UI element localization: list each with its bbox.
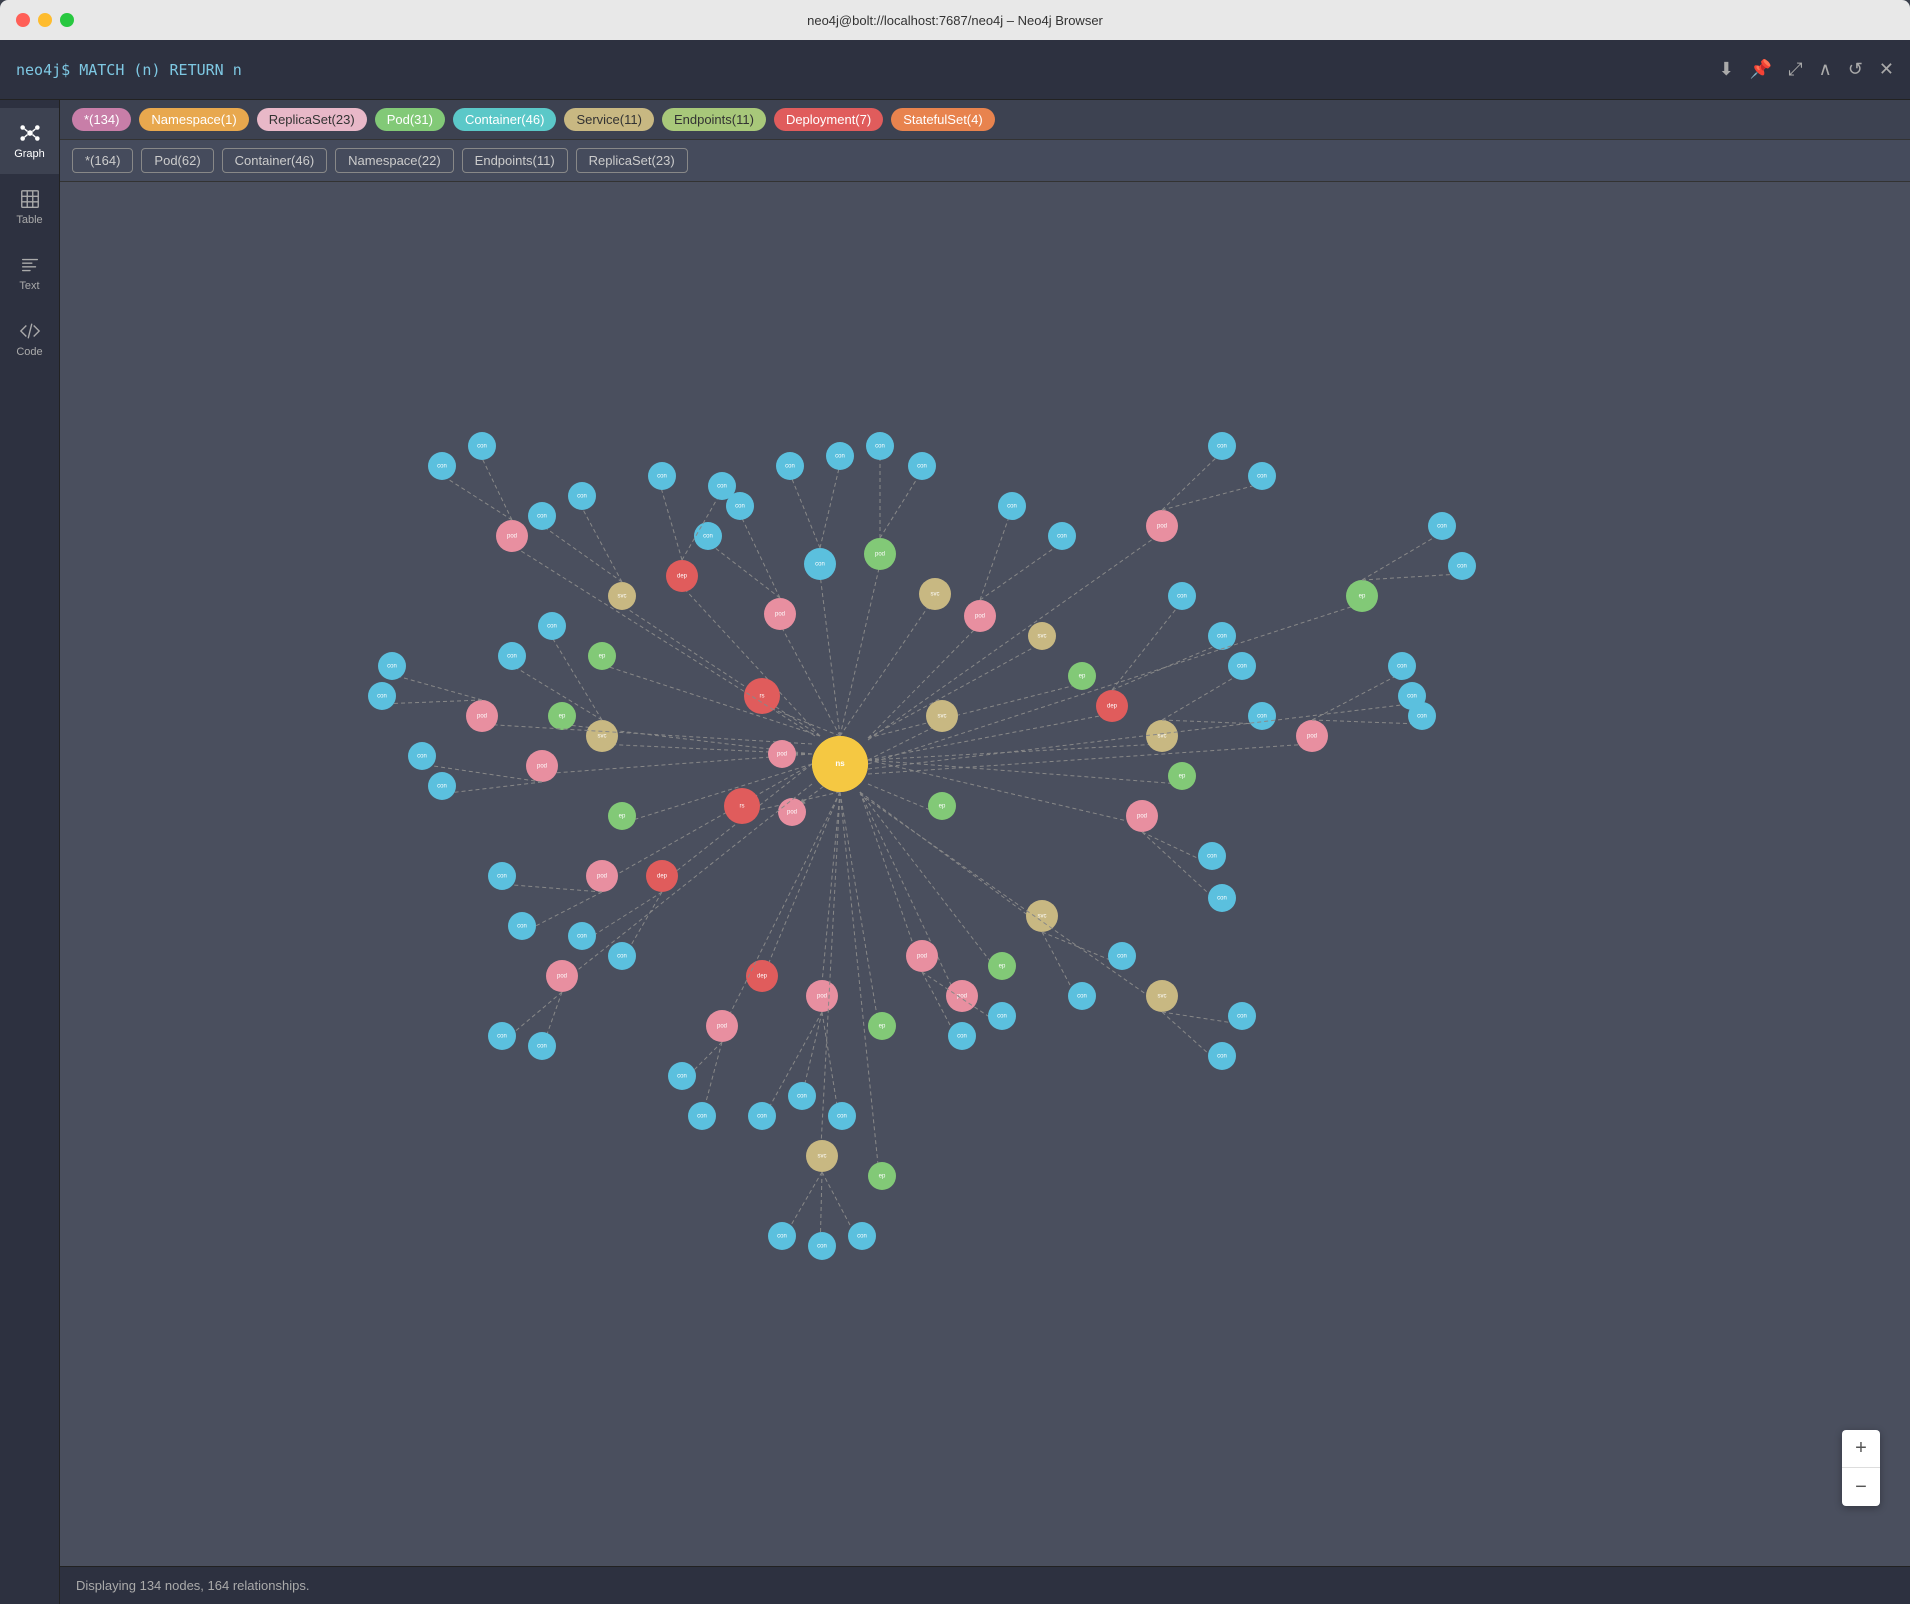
collapse-icon[interactable]: ⤢ [1788,59,1802,80]
legend-tag-replicaset[interactable]: ReplicaSet(23) [257,108,367,131]
sidebar-item-graph-label: Graph [14,148,45,160]
legend-tag-pod-2[interactable]: Pod(62) [141,148,213,173]
maximize-button[interactable] [60,13,74,27]
sidebar-item-text-label: Text [19,280,39,292]
legend-bar-1: *(134) Namespace(1) ReplicaSet(23) Pod(3… [60,100,1910,140]
legend-tag-endpoints[interactable]: Endpoints(11) [662,108,766,131]
graph-icon [19,122,41,144]
legend-tag-service[interactable]: Service(11) [564,108,654,131]
zoom-controls: + − [1842,1430,1880,1506]
sidebar-item-table-label: Table [16,214,42,226]
minimize-button[interactable] [38,13,52,27]
pin-icon[interactable]: 📌 [1750,59,1772,80]
sidebar: Graph Table Text [0,100,60,1604]
sidebar-item-graph[interactable]: Graph [0,108,59,174]
download-icon[interactable]: ⬇ [1719,59,1734,80]
legend-tag-replicaset-2[interactable]: ReplicaSet(23) [576,148,688,173]
legend-tag-statefulset[interactable]: StatefulSet(4) [891,108,995,131]
query-bar: neo4j$ MATCH (n) RETURN n ⬇ 📌 ⤢ ∧ ↺ ✕ [0,40,1910,100]
text-icon [19,254,41,276]
legend-tag-endpoints-2[interactable]: Endpoints(11) [462,148,568,173]
graph-area[interactable]: ns pod con pod svc [60,182,1910,1566]
query-bar-actions: ⬇ 📌 ⤢ ∧ ↺ ✕ [1719,59,1894,80]
zoom-out-button[interactable]: − [1842,1468,1880,1506]
legend-tag-all[interactable]: *(134) [72,108,131,131]
main-content: *(134) Namespace(1) ReplicaSet(23) Pod(3… [60,100,1910,1604]
status-text: Displaying 134 nodes, 164 relationships. [76,1578,309,1593]
legend-tag-namespace[interactable]: Namespace(1) [139,108,248,131]
sidebar-item-code[interactable]: Code [0,306,59,372]
status-bar: Displaying 134 nodes, 164 relationships. [60,1566,1910,1604]
content-area: Graph Table Text [0,100,1910,1604]
sidebar-item-table[interactable]: Table [0,174,59,240]
close-icon[interactable]: ✕ [1879,59,1894,80]
window-title: neo4j@bolt://localhost:7687/neo4j – Neo4… [807,13,1103,28]
legend-tag-namespace-2[interactable]: Namespace(22) [335,148,454,173]
graph-svg: ns pod con pod svc [60,182,1910,1566]
legend-tag-deployment[interactable]: Deployment(7) [774,108,883,131]
app-container: neo4j$ MATCH (n) RETURN n ⬇ 📌 ⤢ ∧ ↺ ✕ [0,40,1910,1604]
zoom-in-button[interactable]: + [1842,1430,1880,1468]
legend-bar-2: *(164) Pod(62) Container(46) Namespace(2… [60,140,1910,182]
legend-tag-container-2[interactable]: Container(46) [222,148,328,173]
code-icon [19,320,41,342]
query-prompt: neo4j$ MATCH (n) RETURN n [16,61,242,79]
sidebar-item-code-label: Code [16,346,42,358]
table-icon [19,188,41,210]
legend-tag-pod[interactable]: Pod(31) [375,108,445,131]
legend-tag-container[interactable]: Container(46) [453,108,557,131]
close-button[interactable] [16,13,30,27]
up-icon[interactable]: ∧ [1819,59,1832,80]
refresh-icon[interactable]: ↺ [1848,59,1863,80]
title-bar: neo4j@bolt://localhost:7687/neo4j – Neo4… [0,0,1910,40]
sidebar-item-text[interactable]: Text [0,240,59,306]
legend-tag-all-2[interactable]: *(164) [72,148,133,173]
window-controls[interactable] [16,13,74,27]
